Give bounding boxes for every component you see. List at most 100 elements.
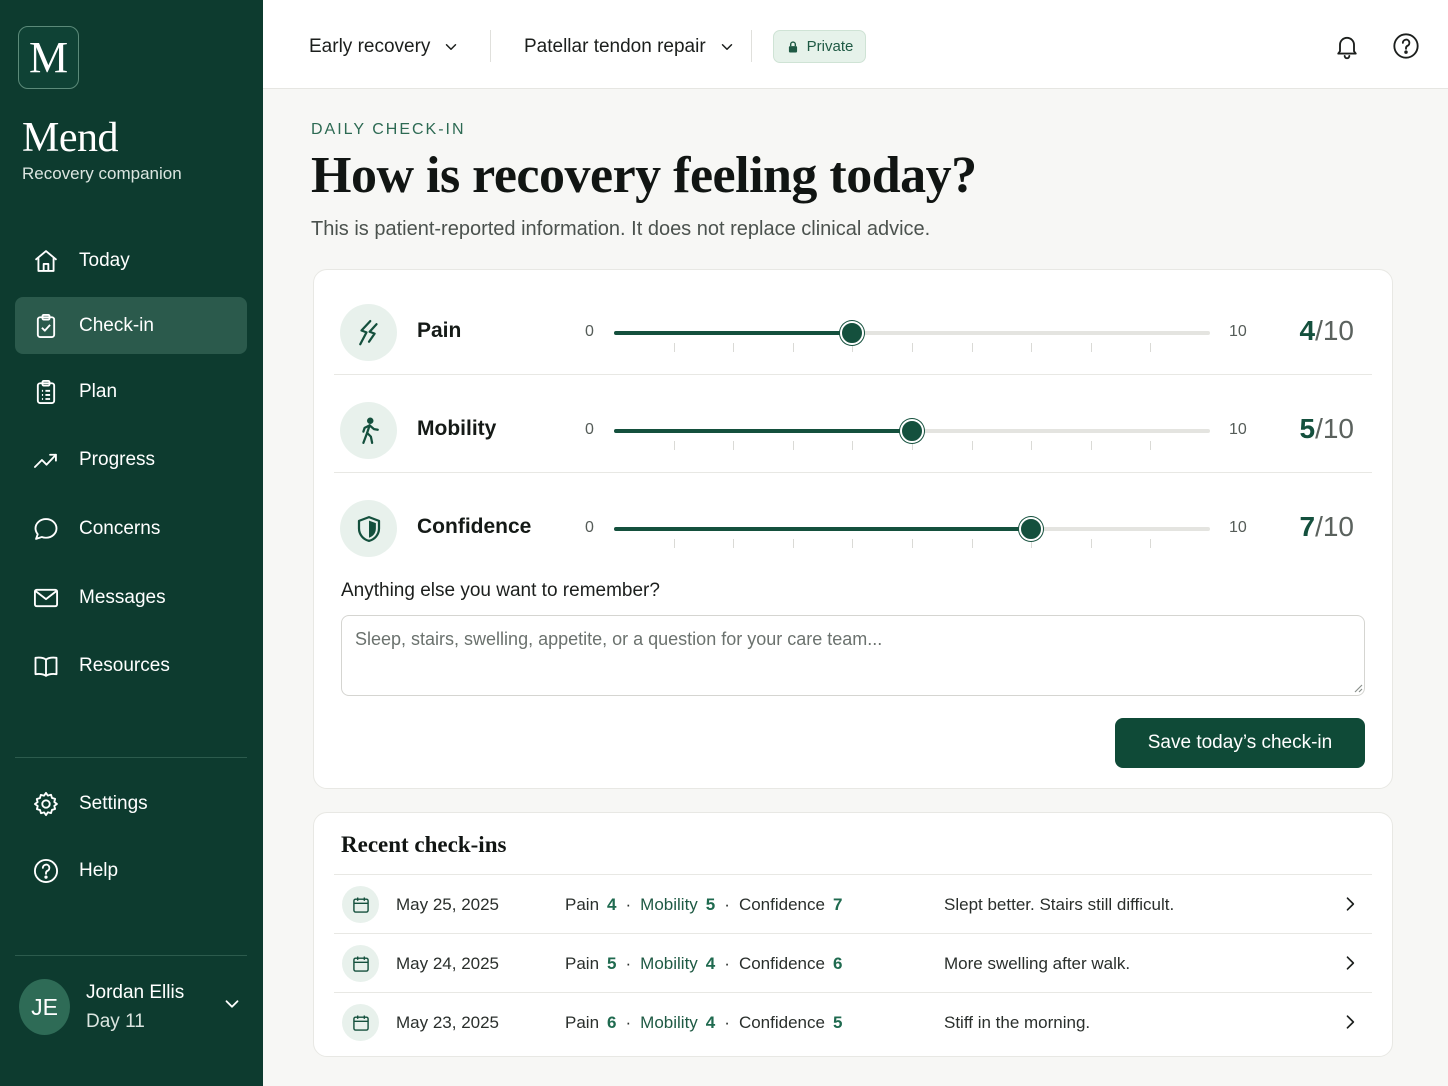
mobility-score: 5 xyxy=(705,895,716,914)
scale-max-label: 10 xyxy=(1229,421,1247,438)
metric-row-mobility: Mobility 0 10 5/10 xyxy=(334,375,1372,473)
app-name: Mend xyxy=(22,115,119,161)
slider-tick xyxy=(1090,539,1092,548)
pain-score: 6 xyxy=(607,1013,617,1032)
checkin-card: Pain 0 10 4/10 Mobility 0 10 5/10 Confid… xyxy=(313,269,1393,789)
metric-row-pain: Pain 0 10 4/10 xyxy=(334,277,1372,375)
entry-scores: Pain 6 · Mobility 4 · Confidence 5 xyxy=(565,1013,842,1033)
checkin-entry-row[interactable]: May 25, 2025 Pain 4 · Mobility 5 · Confidence 7… xyxy=(334,874,1372,932)
app-logo[interactable]: M xyxy=(18,26,79,89)
notes-label: Anything else you want to remember? xyxy=(341,580,660,601)
sidebar: M Mend Recovery companion Today Check-in… xyxy=(0,0,263,1086)
metric-value-max: /10 xyxy=(1315,413,1354,444)
pain-slider[interactable] xyxy=(614,321,1210,352)
recovery-day: Day 11 xyxy=(86,1011,145,1032)
procedure-value: Patellar tendon repair xyxy=(524,36,706,57)
pain-score: 4 xyxy=(607,895,617,914)
pain-label: Pain xyxy=(565,954,600,973)
scale-max-label: 10 xyxy=(1229,519,1247,536)
procedure-dropdown[interactable]: Patellar tendon repair xyxy=(524,32,736,62)
trend-up-icon xyxy=(33,453,57,468)
slider-fill xyxy=(614,429,912,433)
slider-tick xyxy=(733,343,735,352)
confidence-slider[interactable] xyxy=(614,517,1210,548)
mobility-label: Mobility xyxy=(640,895,698,914)
slider-thumb[interactable] xyxy=(900,419,924,443)
privacy-label: Private xyxy=(806,38,854,55)
notes-textarea[interactable] xyxy=(341,615,1365,696)
sidebar-item-label: Concerns xyxy=(79,517,161,539)
sidebar-item-check-in[interactable]: Check-in xyxy=(15,297,247,354)
sidebar-item-resources[interactable]: Resources xyxy=(15,637,247,694)
slider-thumb[interactable] xyxy=(840,321,865,345)
sidebar-item-progress[interactable]: Progress xyxy=(15,431,247,488)
confidence-score: 7 xyxy=(832,895,843,914)
user-menu[interactable]: JE Jordan Ellis Day 11 xyxy=(19,977,247,1037)
page-subtitle: This is patient-reported information. It… xyxy=(311,218,931,240)
slider-tick xyxy=(912,539,913,548)
chevron-down-icon xyxy=(225,1000,239,1008)
slider-tick xyxy=(1150,441,1152,450)
slider-tick xyxy=(1090,441,1092,450)
sidebar-item-help[interactable]: Help xyxy=(15,842,247,899)
separator-dot: · xyxy=(724,1013,730,1032)
sidebar-item-label: Settings xyxy=(79,792,148,814)
mobility-slider[interactable] xyxy=(614,419,1210,450)
slider-tick xyxy=(1150,343,1152,352)
sidebar-item-messages[interactable]: Messages xyxy=(15,569,247,626)
chevron-down-icon xyxy=(721,44,732,50)
sidebar-item-label: Resources xyxy=(79,654,170,676)
topbar-divider xyxy=(751,30,752,62)
checkin-entry-row[interactable]: May 24, 2025 Pain 5 · Mobility 4 · Confidence 6… xyxy=(334,933,1372,991)
slider-tick xyxy=(792,343,794,352)
save-checkin-button[interactable]: Save today’s check-in xyxy=(1115,718,1365,768)
bell-icon[interactable] xyxy=(1333,32,1361,60)
sidebar-item-label: Check-in xyxy=(79,314,154,336)
confidence-label: Confidence xyxy=(738,954,825,973)
mail-icon xyxy=(33,588,59,607)
calendar-icon xyxy=(352,1015,369,1031)
metric-value-number: 7 xyxy=(1299,511,1316,542)
phase-value: Early recovery xyxy=(309,36,431,57)
slider-tick xyxy=(971,441,973,450)
metric-value: 4/10 xyxy=(1299,315,1354,347)
checkin-entry-row[interactable]: May 23, 2025 Pain 6 · Mobility 4 · Confidence 5… xyxy=(334,992,1372,1050)
sidebar-item-plan[interactable]: Plan xyxy=(15,363,247,420)
sidebar-item-concerns[interactable]: Concerns xyxy=(15,500,247,557)
mobility-label: Mobility xyxy=(640,1013,698,1032)
entry-scores: Pain 5 · Mobility 4 · Confidence 6 xyxy=(565,954,842,974)
calendar-icon-wrap xyxy=(342,886,379,923)
phase-dropdown[interactable]: Early recovery xyxy=(309,32,460,62)
entry-scores: Pain 4 · Mobility 5 · Confidence 7 xyxy=(565,895,842,915)
sidebar-item-label: Progress xyxy=(79,448,156,470)
slider-tick xyxy=(912,343,913,352)
user-name: Jordan Ellis xyxy=(86,982,185,1003)
slider-tick xyxy=(792,539,794,548)
sidebar-item-settings[interactable]: Settings xyxy=(15,775,247,832)
pain-label: Pain xyxy=(565,895,600,914)
help-icon[interactable] xyxy=(1392,32,1420,60)
scale-min-label: 0 xyxy=(585,421,594,438)
user-info: Jordan Ellis Day 11 xyxy=(86,978,184,1036)
top-bar: Early recovery Patellar tendon repair Pr… xyxy=(263,0,1448,89)
sidebar-item-label: Plan xyxy=(79,380,118,402)
sidebar-divider xyxy=(15,757,247,758)
metric-value-number: 5 xyxy=(1299,413,1316,444)
sidebar-item-label: Help xyxy=(79,859,119,881)
slider-tick xyxy=(971,539,973,548)
separator-dot: · xyxy=(724,895,730,914)
metric-value: 5/10 xyxy=(1299,413,1354,445)
avatar: JE xyxy=(19,979,70,1035)
separator-dot: · xyxy=(625,1013,632,1032)
slider-thumb[interactable] xyxy=(1019,517,1044,541)
slider-fill xyxy=(614,331,853,335)
slider-tick xyxy=(733,441,735,450)
slider-tick xyxy=(1031,343,1033,352)
sidebar-item-today[interactable]: Today xyxy=(15,232,247,289)
metric-value-max: /10 xyxy=(1315,315,1354,346)
section-eyebrow: DAILY CHECK-IN xyxy=(311,121,466,138)
pain-score: 5 xyxy=(607,954,617,973)
entry-date: May 25, 2025 xyxy=(396,895,500,914)
scale-min-label: 0 xyxy=(585,323,594,340)
slider-tick xyxy=(733,539,735,548)
